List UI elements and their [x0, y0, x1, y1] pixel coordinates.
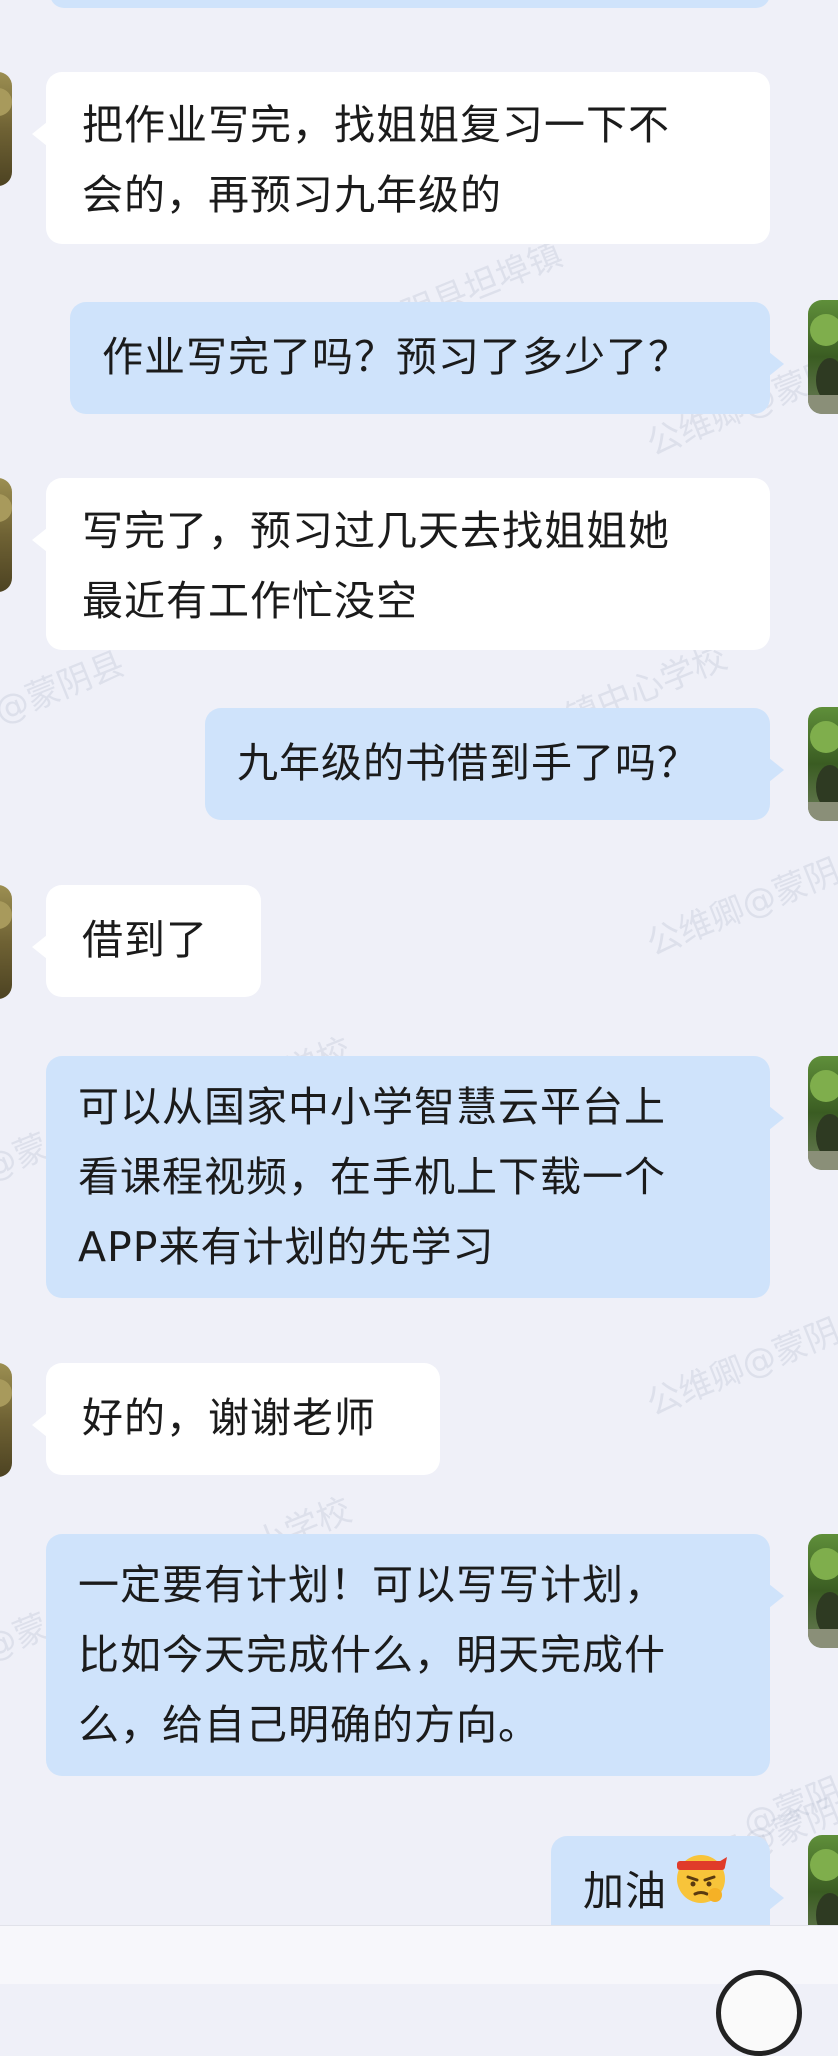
avatar[interactable]	[808, 300, 838, 414]
message-text: 一定要有计划！可以写写计划，	[78, 1561, 666, 1609]
message-text: 可以从国家中小学智慧云平台上	[78, 1083, 666, 1131]
avatar[interactable]	[0, 885, 12, 999]
bubble-tail	[32, 122, 47, 146]
watermark: 公维卿@蒙阴	[641, 1310, 838, 1425]
message-text: 会的，再预习九年级的	[82, 171, 502, 219]
avatar[interactable]	[808, 707, 838, 821]
avatar[interactable]	[0, 478, 12, 592]
bubble-tail	[32, 528, 47, 552]
avatar[interactable]	[0, 1363, 12, 1477]
chat-screen: { "watermarks": ["@蒙阴县坦埠镇", "公维卿@蒙阴", "@…	[0, 0, 838, 2056]
bubble-tail	[769, 758, 784, 782]
message-text: 么，给自己明确的方向。	[78, 1701, 540, 1749]
avatar[interactable]	[0, 72, 12, 186]
avatar[interactable]	[808, 1056, 838, 1170]
message-bubble-outgoing[interactable]: 九年级的书借到手了吗？	[205, 708, 784, 820]
message-text: 最近有工作忙没空	[82, 577, 418, 625]
message-text: 九年级的书借到手了吗？	[237, 739, 699, 787]
message-bubble-incoming[interactable]: 好的，谢谢老师	[32, 1363, 440, 1475]
message-bubble-outgoing[interactable]: 一定要有计划！可以写写计划， 比如今天完成什么，明天完成什 么，给自己明确的方向…	[46, 1534, 784, 1776]
message-text: 看课程视频，在手机上下载一个	[78, 1153, 666, 1201]
watermark: 公维卿@蒙阴	[641, 850, 838, 965]
message-bubble-incoming[interactable]: 写完了，预习过几天去找姐姐她 最近有工作忙没空	[32, 478, 770, 650]
message-text-content: 加油	[583, 1867, 667, 1915]
bubble-tail	[769, 1584, 784, 1608]
message-text: 写完了，预习过几天去找姐姐她	[82, 507, 670, 555]
message-text: 加油	[583, 1854, 770, 1926]
input-bar[interactable]	[0, 1925, 838, 1984]
previous-message-bubble[interactable]	[50, 0, 770, 8]
message-text: 作业写完了吗？预习了多少了？	[102, 333, 690, 381]
message-text: 比如今天完成什么，明天完成什	[78, 1631, 666, 1679]
message-text: 好的，谢谢老师	[82, 1394, 376, 1442]
bubble-tail	[32, 1413, 47, 1437]
watermark: @蒙阴县	[0, 643, 130, 732]
avatar[interactable]	[808, 1534, 838, 1648]
determined-face-emoji	[673, 1849, 729, 1926]
message-bubble-incoming[interactable]: 借到了	[32, 885, 261, 997]
bubble-tail	[32, 935, 47, 959]
message-bubble-outgoing[interactable]: 可以从国家中小学智慧云平台上 看课程视频，在手机上下载一个 APP来有计划的先学…	[46, 1056, 784, 1298]
message-text: 把作业写完，找姐姐复习一下不	[82, 101, 670, 149]
bubble-tail	[769, 1106, 784, 1130]
message-bubble-incoming[interactable]: 把作业写完，找姐姐复习一下不 会的，再预习九年级的	[32, 72, 770, 244]
message-bubble-outgoing[interactable]: 作业写完了吗？预习了多少了？	[70, 302, 784, 414]
bubble-tail	[769, 352, 784, 376]
message-text: APP来有计划的先学习	[78, 1223, 495, 1271]
message-text: 借到了	[82, 916, 208, 964]
bubble-tail	[769, 1886, 784, 1910]
